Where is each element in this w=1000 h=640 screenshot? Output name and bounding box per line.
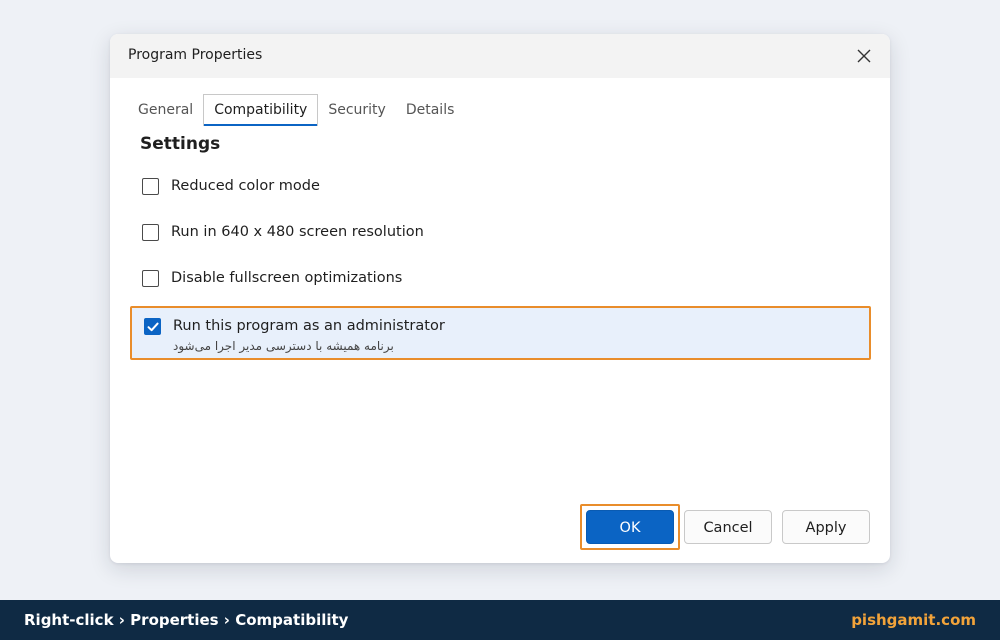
settings-heading: Settings <box>140 134 221 154</box>
footer-brand: pishgamit.com <box>851 611 976 629</box>
dialog-title: Program Properties <box>128 47 263 63</box>
option-label: Run in 640 x 480 screen resolution <box>171 224 424 240</box>
tab-general[interactable]: General <box>128 94 203 126</box>
button-row: OK Cancel Apply <box>110 504 890 550</box>
run-as-admin-checkbox[interactable] <box>144 317 161 335</box>
admin-option-description: برنامه همیشه با دسترسی مدیر اجرا می‌شود <box>173 339 394 353</box>
option-run-as-admin[interactable]: Run this program as an administrator <box>144 315 445 337</box>
option-label: Run this program as an administrator <box>173 318 445 334</box>
option-640x480[interactable]: Run in 640 x 480 screen resolution <box>142 221 424 243</box>
close-button[interactable] <box>852 44 876 68</box>
admin-option-highlight: Run this program as an administrator برن… <box>130 306 871 360</box>
fullscreen-opt-checkbox[interactable] <box>142 269 159 287</box>
tab-bar: General Compatibility Security Details <box>128 94 464 126</box>
ok-button[interactable]: OK <box>586 510 674 544</box>
properties-dialog: Program Properties General Compatibility… <box>110 34 890 563</box>
tab-details[interactable]: Details <box>396 94 465 126</box>
checkmark-icon <box>147 322 159 331</box>
reduced-color-checkbox[interactable] <box>142 177 159 195</box>
apply-button[interactable]: Apply <box>782 510 870 544</box>
footer-bar: Right-click › Properties › Compatibility… <box>0 600 1000 640</box>
tab-security[interactable]: Security <box>318 94 396 126</box>
option-reduced-color-mode[interactable]: Reduced color mode <box>142 175 320 197</box>
footer-path: Right-click › Properties › Compatibility <box>24 611 349 629</box>
option-disable-fullscreen-optimizations[interactable]: Disable fullscreen optimizations <box>142 267 402 289</box>
title-bar: Program Properties <box>110 34 890 78</box>
close-icon <box>852 49 876 63</box>
tab-compatibility[interactable]: Compatibility <box>203 94 319 126</box>
option-label: Reduced color mode <box>171 178 320 194</box>
resolution-checkbox[interactable] <box>142 223 159 241</box>
cancel-button[interactable]: Cancel <box>684 510 772 544</box>
option-label: Disable fullscreen optimizations <box>171 270 403 286</box>
